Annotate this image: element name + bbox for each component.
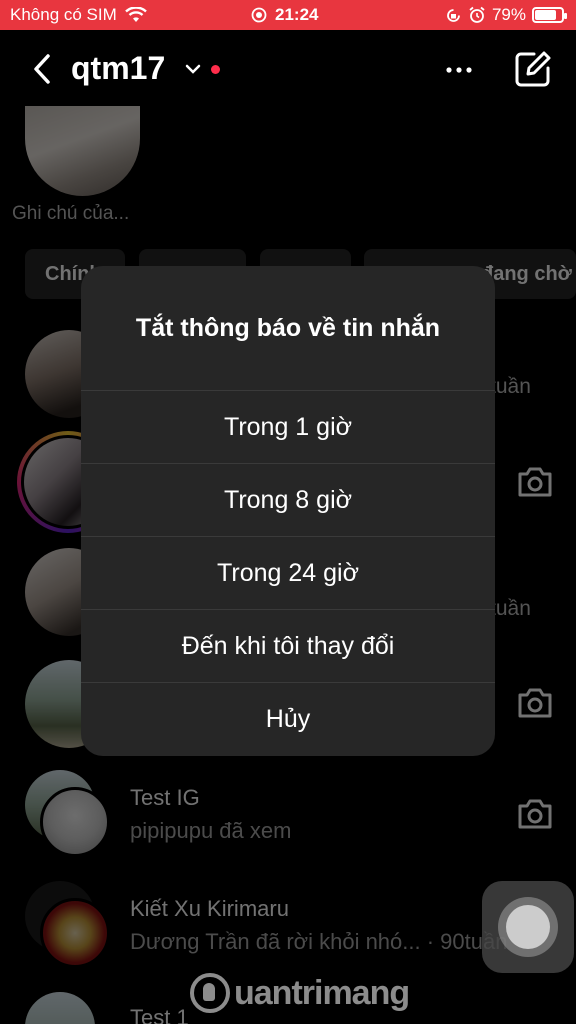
camera-icon[interactable] bbox=[516, 465, 554, 499]
back-icon[interactable] bbox=[28, 52, 58, 86]
unread-dot bbox=[211, 65, 220, 74]
mute-messages-sheet: Tắt thông báo về tin nhắn Trong 1 giờ Tr… bbox=[81, 266, 495, 756]
mute-until-changed-option[interactable]: Đến khi tôi thay đổi bbox=[81, 609, 495, 682]
alarm-icon bbox=[469, 6, 485, 23]
more-icon[interactable] bbox=[445, 56, 473, 84]
group-avatar-front[interactable] bbox=[40, 898, 110, 968]
status-bar: Không có SIM 21:24 79% bbox=[0, 0, 576, 30]
carrier-label: Không có SIM bbox=[10, 5, 117, 24]
watermark: uantrimang bbox=[190, 968, 410, 1018]
thread-time: tuần bbox=[490, 375, 531, 398]
battery-percent: 79% bbox=[491, 5, 526, 24]
mute-1-hour-option[interactable]: Trong 1 giờ bbox=[81, 390, 495, 463]
group-avatar-front[interactable] bbox=[40, 787, 110, 857]
note-label[interactable]: Ghi chú của... bbox=[12, 203, 129, 225]
direct-header: qtm17 bbox=[0, 30, 576, 106]
assistive-touch-button[interactable] bbox=[482, 881, 574, 973]
battery-icon bbox=[532, 7, 567, 23]
account-switcher[interactable]: qtm17 bbox=[71, 50, 165, 87]
thread-time: tuần bbox=[490, 597, 531, 620]
watermark-text: uantrimang bbox=[234, 973, 410, 1012]
compose-icon[interactable] bbox=[514, 50, 552, 88]
thread-subtitle: pipipupu đã xem bbox=[130, 818, 292, 843]
thread-name[interactable]: Kiết Xu Kirimaru bbox=[130, 896, 289, 922]
battery-fill bbox=[535, 10, 556, 20]
wifi-icon bbox=[124, 7, 147, 22]
chevron-down-icon[interactable] bbox=[184, 62, 202, 76]
clock: 21:24 bbox=[275, 5, 319, 24]
mute-24-hours-option[interactable]: Trong 24 giờ bbox=[81, 536, 495, 609]
camera-icon[interactable] bbox=[516, 686, 554, 720]
lightbulb-logo-icon bbox=[190, 973, 230, 1013]
rotation-lock-icon bbox=[447, 8, 460, 22]
thread-subtitle: Dương Trần đã rời khỏi nhó... · 90tuần bbox=[130, 929, 508, 954]
note-avatar[interactable] bbox=[25, 106, 140, 196]
camera-icon[interactable] bbox=[516, 797, 554, 831]
group-avatar-back bbox=[25, 992, 95, 1024]
sheet-title: Tắt thông báo về tin nhắn bbox=[135, 314, 441, 342]
screen-record-icon bbox=[251, 7, 267, 23]
thread-name[interactable]: Test IG bbox=[130, 785, 200, 811]
mute-8-hours-option[interactable]: Trong 8 giờ bbox=[81, 463, 495, 536]
thread-name[interactable]: Test 1 bbox=[130, 1005, 189, 1024]
cancel-button[interactable]: Hủy bbox=[81, 682, 495, 755]
